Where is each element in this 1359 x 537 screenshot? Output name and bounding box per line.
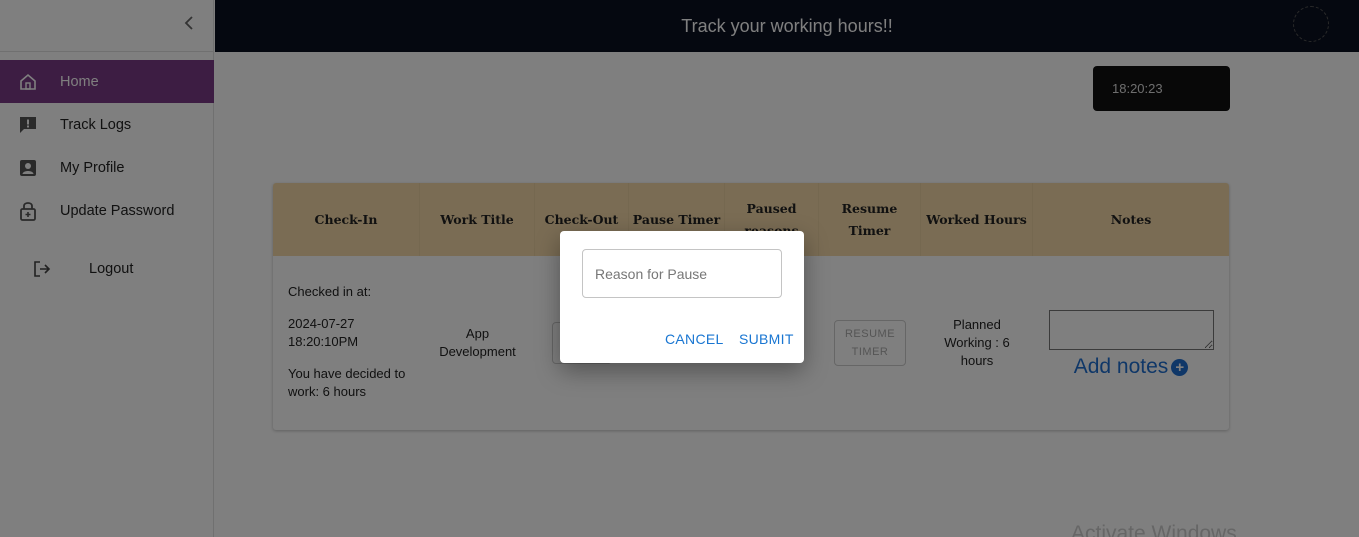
cancel-button[interactable]: CANCEL: [665, 331, 724, 347]
submit-button[interactable]: SUBMIT: [739, 331, 794, 347]
pause-reason-dialog: CANCEL SUBMIT: [560, 231, 804, 363]
pause-reason-input[interactable]: [582, 249, 782, 298]
